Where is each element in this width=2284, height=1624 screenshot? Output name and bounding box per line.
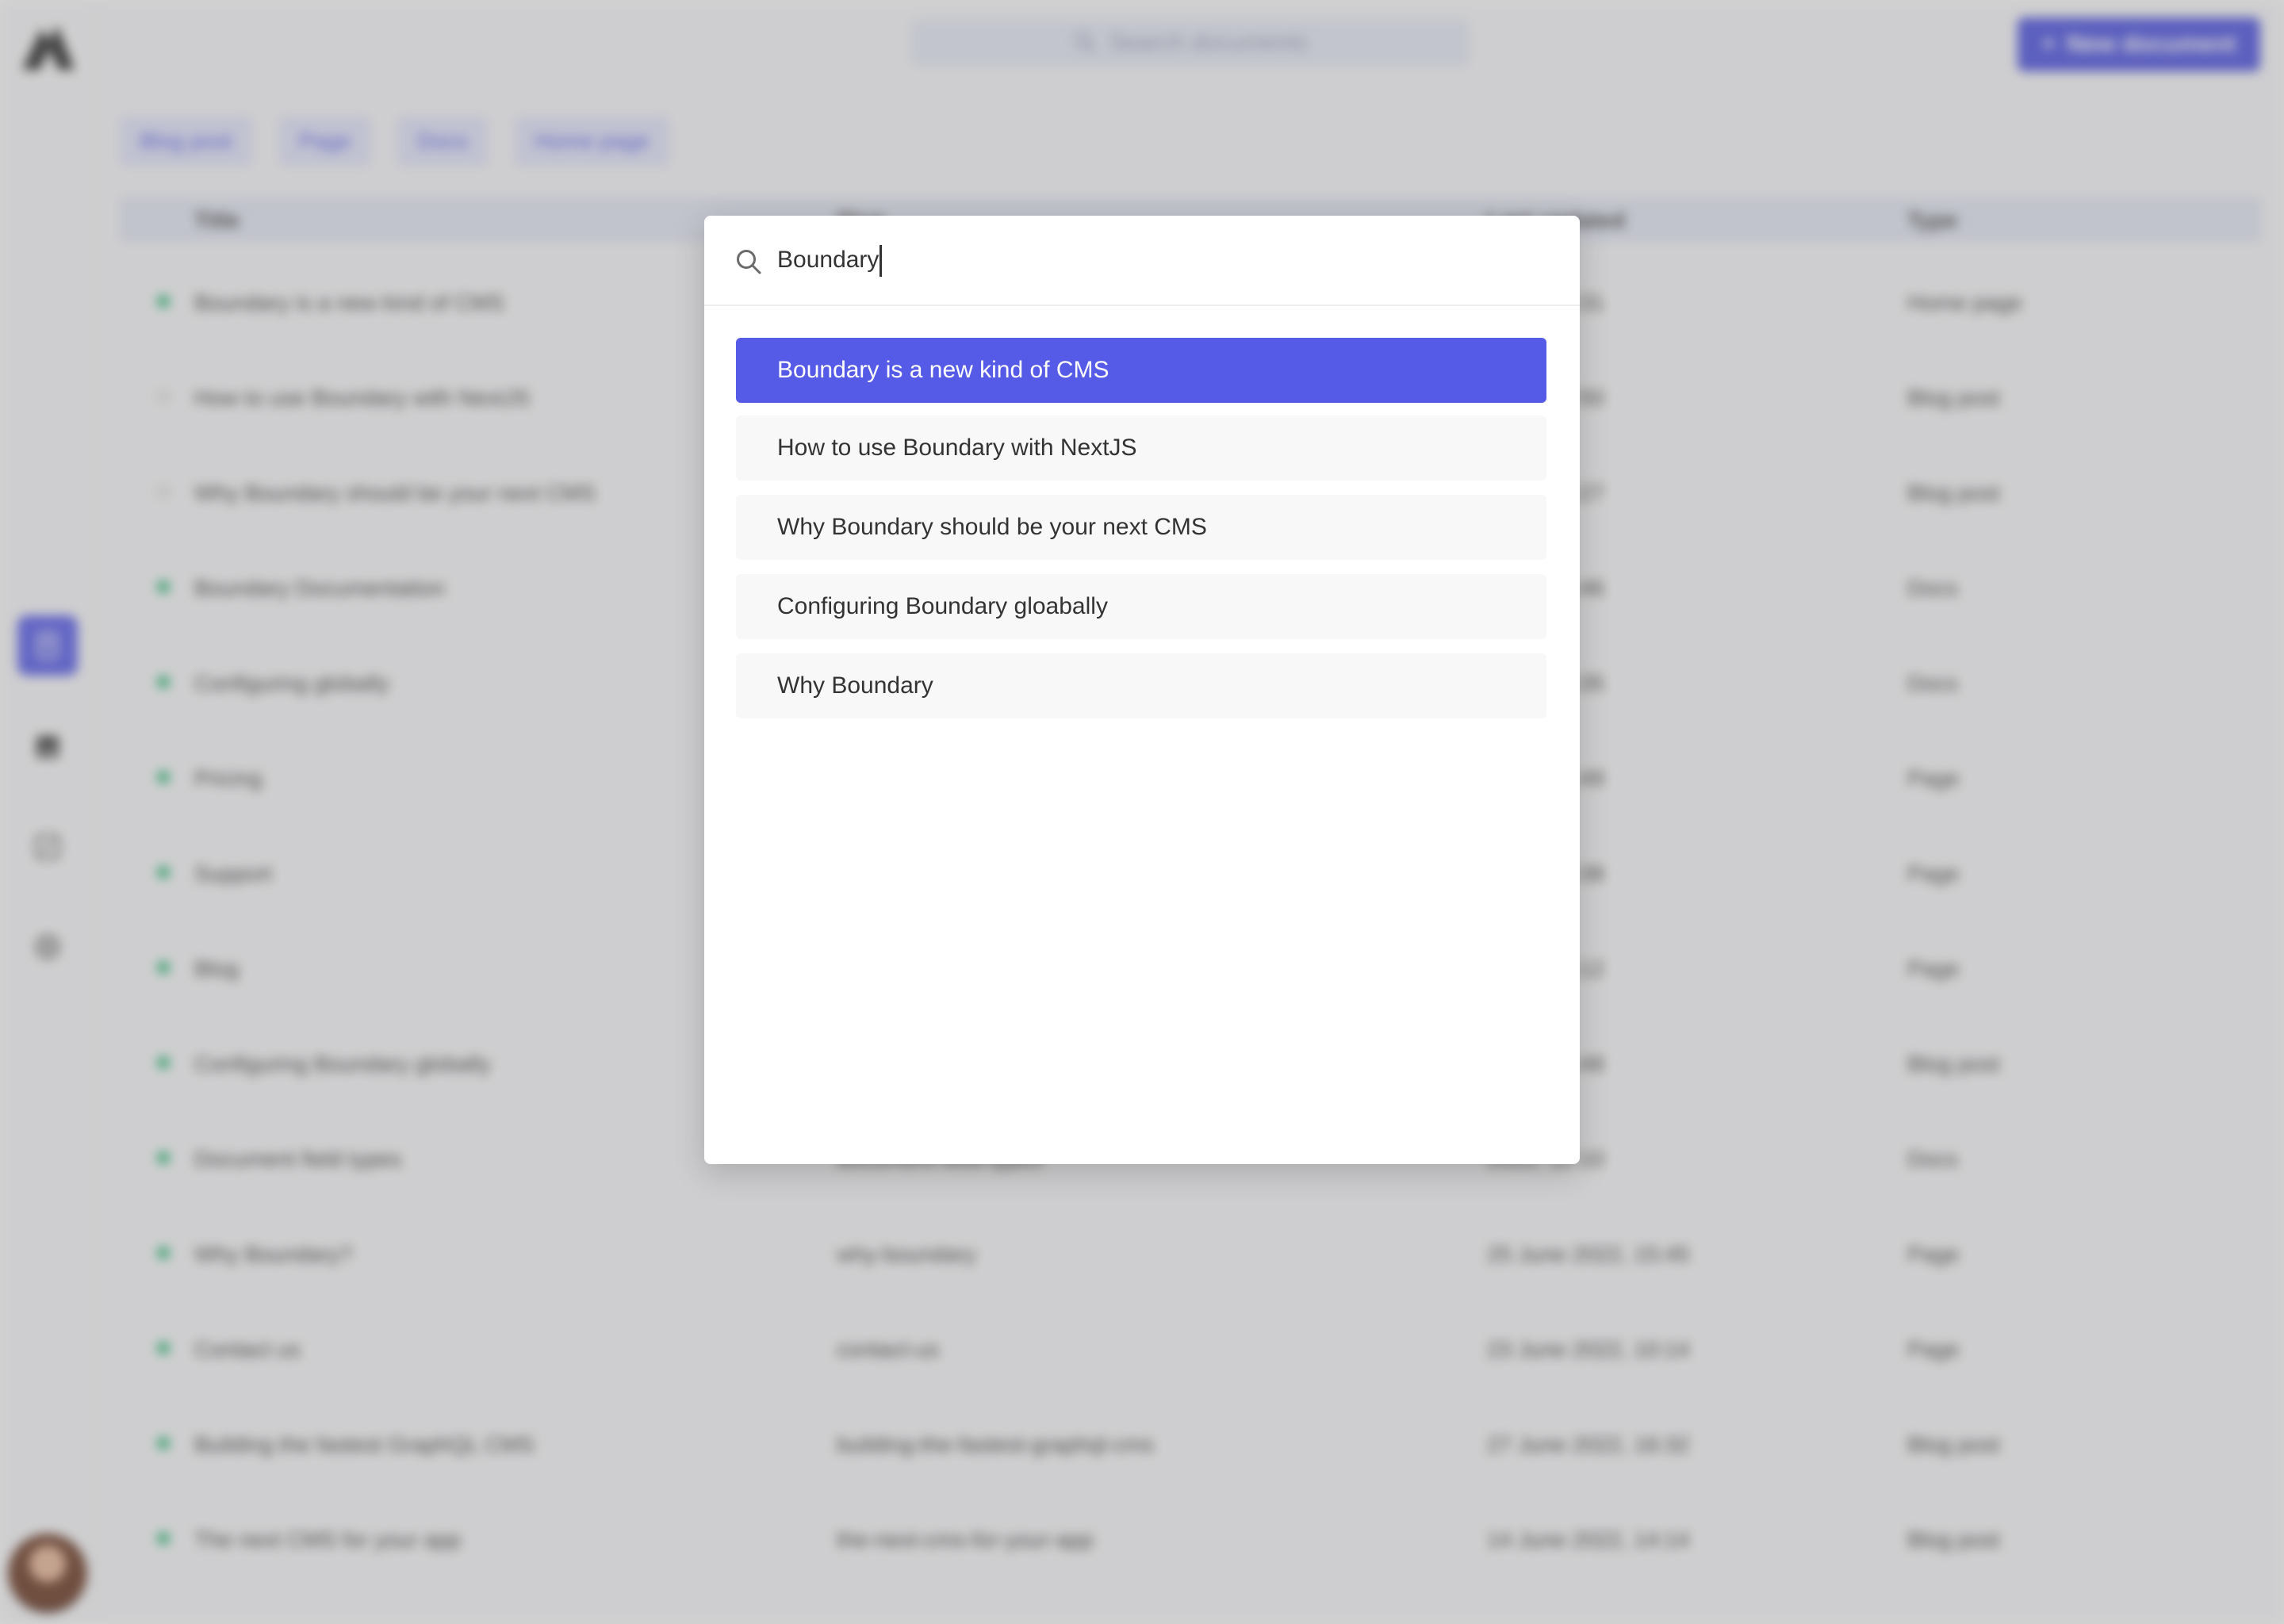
search-query-input[interactable] [777,236,1539,284]
search-result-item[interactable]: Why Boundary [736,653,1546,718]
modal-search-bar [704,216,1580,306]
search-result-item[interactable]: Why Boundary should be your next CMS [736,495,1546,560]
search-result-item[interactable]: Boundary is a new kind of CMS [736,338,1546,403]
search-result-item[interactable]: How to use Boundary with NextJS [736,416,1546,481]
search-modal: Boundary is a new kind of CMS How to use… [704,216,1580,1164]
search-icon [737,250,761,274]
search-results-list: Boundary is a new kind of CMS How to use… [736,338,1546,733]
search-result-item[interactable]: Configuring Boundary gloabally [736,574,1546,639]
text-caret [879,245,882,277]
